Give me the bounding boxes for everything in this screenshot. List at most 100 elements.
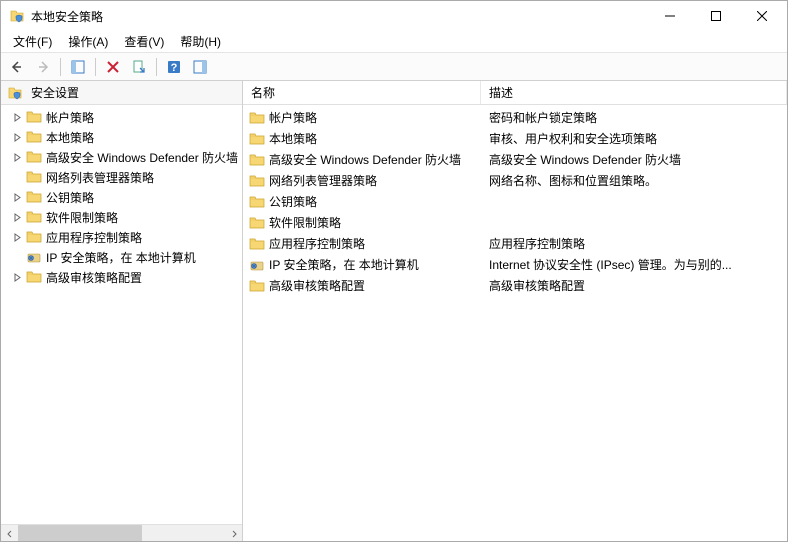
cell-name: IP 安全策略，在 本地计算机 xyxy=(243,256,481,273)
column-description[interactable]: 描述 xyxy=(481,81,787,104)
titlebar[interactable]: 本地安全策略 xyxy=(1,1,787,31)
delete-button[interactable] xyxy=(101,55,125,79)
tree-item-label: 应用程序控制策略 xyxy=(46,229,142,246)
pane-icon xyxy=(70,59,86,75)
cell-name: 本地策略 xyxy=(243,130,481,147)
list-header: 名称 描述 xyxy=(243,81,787,105)
list-row[interactable]: 高级审核策略配置高级审核策略配置 xyxy=(243,275,787,296)
tree-panel: 安全设置 帐户策略本地策略高级安全 Windows Defender 防火墙网络… xyxy=(1,81,243,541)
tree-item[interactable]: 高级安全 Windows Defender 防火墙 xyxy=(1,147,242,167)
export-button[interactable] xyxy=(127,55,151,79)
cell-name: 公钥策略 xyxy=(243,193,481,210)
minimize-button[interactable] xyxy=(647,1,693,30)
expander-icon[interactable] xyxy=(11,111,24,124)
list-row[interactable]: 高级安全 Windows Defender 防火墙高级安全 Windows De… xyxy=(243,149,787,170)
action-pane-button[interactable] xyxy=(188,55,212,79)
back-button[interactable] xyxy=(5,55,29,79)
tree-item-label: 高级安全 Windows Defender 防火墙 xyxy=(46,149,238,166)
help-button[interactable] xyxy=(162,55,186,79)
toolbar-separator xyxy=(60,58,61,76)
list-row[interactable]: 应用程序控制策略应用程序控制策略 xyxy=(243,233,787,254)
menu-help[interactable]: 帮助(H) xyxy=(172,31,229,52)
cell-description: 网络名称、图标和位置组策略。 xyxy=(481,172,787,189)
scroll-track[interactable] xyxy=(18,525,225,541)
maximize-button[interactable] xyxy=(693,1,739,30)
cell-description: 审核、用户权利和安全选项策略 xyxy=(481,130,787,147)
tree-item[interactable]: 应用程序控制策略 xyxy=(1,227,242,247)
expander-icon[interactable] xyxy=(11,231,24,244)
help-icon xyxy=(166,59,182,75)
folder-icon xyxy=(249,152,265,168)
tree-item-label: 高级审核策略配置 xyxy=(46,269,142,286)
expander-icon[interactable] xyxy=(11,131,24,144)
scroll-thumb[interactable] xyxy=(18,525,142,541)
list-row[interactable]: 网络列表管理器策略网络名称、图标和位置组策略。 xyxy=(243,170,787,191)
scroll-left-button[interactable] xyxy=(1,525,18,542)
chevron-left-icon xyxy=(6,530,14,538)
window-controls xyxy=(647,1,785,31)
export-icon xyxy=(131,59,147,75)
tree-root-label: 安全设置 xyxy=(31,84,79,101)
tree-item-label: 帐户策略 xyxy=(46,109,94,126)
folder-icon xyxy=(249,173,265,189)
list-row[interactable]: 公钥策略 xyxy=(243,191,787,212)
show-tree-button[interactable] xyxy=(66,55,90,79)
toolbar xyxy=(1,53,787,81)
list-row[interactable]: IP 安全策略，在 本地计算机Internet 协议安全性 (IPsec) 管理… xyxy=(243,254,787,275)
tree-body[interactable]: 帐户策略本地策略高级安全 Windows Defender 防火墙网络列表管理器… xyxy=(1,105,242,524)
expander-icon[interactable] xyxy=(11,151,24,164)
menu-file[interactable]: 文件(F) xyxy=(5,31,60,52)
tree-item-label: 公钥策略 xyxy=(46,189,94,206)
scroll-right-button[interactable] xyxy=(225,525,242,542)
list-row[interactable]: 帐户策略 密码和帐户锁定策略 xyxy=(243,107,787,128)
shield-icon xyxy=(7,85,23,101)
expander-icon[interactable] xyxy=(11,211,24,224)
horizontal-scrollbar[interactable] xyxy=(1,524,242,541)
close-icon xyxy=(757,11,767,21)
expander-icon[interactable] xyxy=(11,271,24,284)
folder-icon xyxy=(26,129,42,145)
folder-icon xyxy=(249,215,265,231)
tree-root[interactable]: 安全设置 xyxy=(1,81,242,105)
folder-icon xyxy=(26,229,42,245)
forward-button[interactable] xyxy=(31,55,55,79)
folder-icon xyxy=(26,209,42,225)
toolbar-separator xyxy=(156,58,157,76)
column-name[interactable]: 名称 xyxy=(243,81,481,104)
menu-view[interactable]: 查看(V) xyxy=(116,31,172,52)
tree-item[interactable]: 本地策略 xyxy=(1,127,242,147)
menu-action[interactable]: 操作(A) xyxy=(60,31,116,52)
tree-item[interactable]: 帐户策略 xyxy=(1,107,242,127)
list-panel: 名称 描述 帐户策略 密码和帐户锁定策略本地策略 审核、用户权利和安全选项策略高级安… xyxy=(243,81,787,541)
minimize-icon xyxy=(665,11,675,21)
tree-item[interactable]: 公钥策略 xyxy=(1,187,242,207)
tree-item[interactable]: IP 安全策略，在 本地计算机 xyxy=(1,247,242,267)
item-name: 本地策略 xyxy=(269,130,317,147)
item-name: 帐户策略 xyxy=(269,109,317,126)
forward-icon xyxy=(35,59,51,75)
folder-icon xyxy=(26,269,42,285)
cell-name: 高级审核策略配置 xyxy=(243,277,481,294)
ipsec-icon xyxy=(26,249,42,265)
cell-name: 软件限制策略 xyxy=(243,214,481,231)
item-name: 高级安全 Windows Defender 防火墙 xyxy=(269,151,461,168)
cell-name: 网络列表管理器策略 xyxy=(243,172,481,189)
list-body[interactable]: 帐户策略 密码和帐户锁定策略本地策略 审核、用户权利和安全选项策略高级安全 Wind… xyxy=(243,105,787,541)
cell-name: 高级安全 Windows Defender 防火墙 xyxy=(243,151,481,168)
cell-description: Internet 协议安全性 (IPsec) 管理。为与别的... xyxy=(481,256,787,273)
tree-item[interactable]: 网络列表管理器策略 xyxy=(1,167,242,187)
list-row[interactable]: 软件限制策略 xyxy=(243,212,787,233)
cell-description: 高级审核策略配置 xyxy=(481,277,787,294)
toolbar-separator xyxy=(95,58,96,76)
cell-name: 帐户策略 xyxy=(243,109,481,126)
cell-description: 密码和帐户锁定策略 xyxy=(481,109,787,126)
list-row[interactable]: 本地策略 审核、用户权利和安全选项策略 xyxy=(243,128,787,149)
item-name: 公钥策略 xyxy=(269,193,317,210)
close-button[interactable] xyxy=(739,1,785,30)
tree-item-label: 本地策略 xyxy=(46,129,94,146)
tree-item[interactable]: 高级审核策略配置 xyxy=(1,267,242,287)
expander-icon[interactable] xyxy=(11,191,24,204)
folder-icon xyxy=(249,236,265,252)
tree-item[interactable]: 软件限制策略 xyxy=(1,207,242,227)
folder-icon xyxy=(26,149,42,165)
